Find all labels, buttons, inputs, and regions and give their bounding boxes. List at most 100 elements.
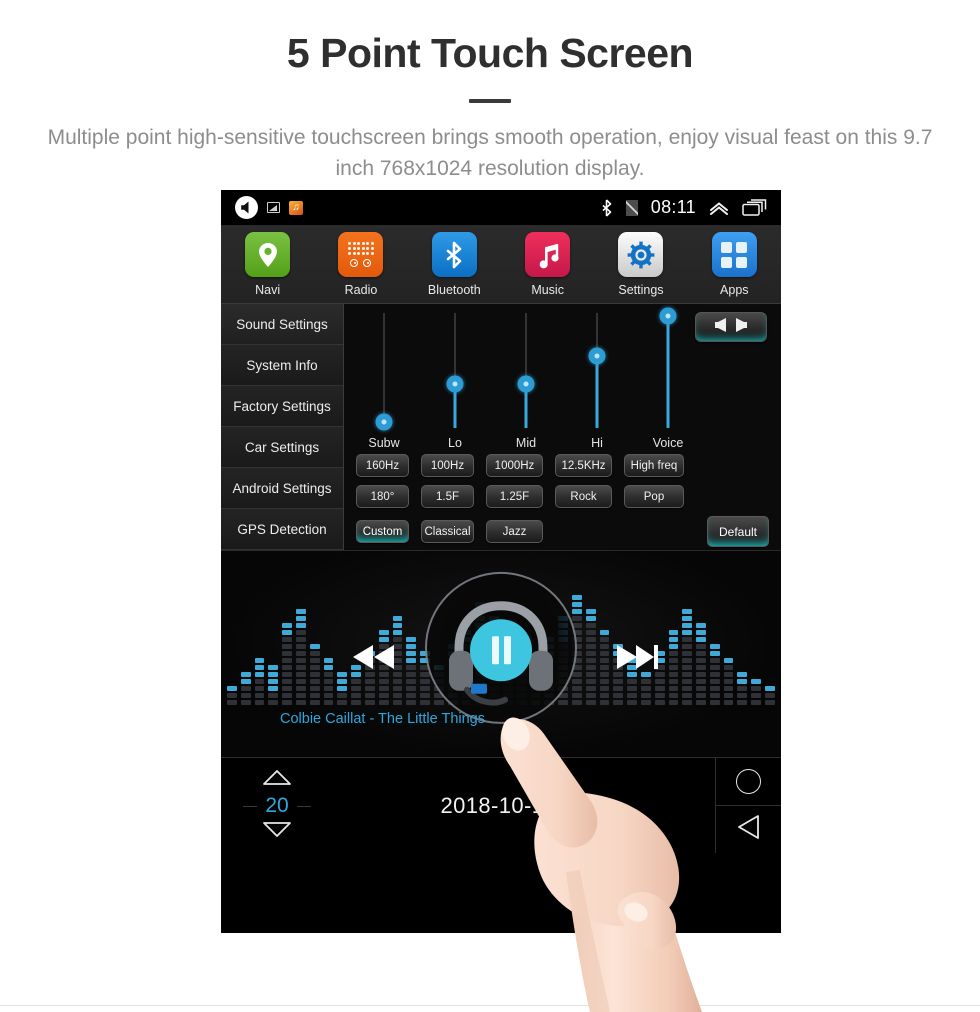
eq-slider-voice[interactable]: Voice bbox=[640, 304, 696, 454]
visualizer-cell bbox=[640, 693, 651, 698]
visualizer-cell bbox=[585, 686, 596, 691]
visualizer-cell bbox=[571, 693, 582, 698]
sidebar-item-label: Factory Settings bbox=[233, 398, 331, 414]
visualizer-cell bbox=[751, 700, 762, 705]
app-shortcut-radio[interactable]: Radio bbox=[314, 232, 407, 303]
eq-slider-subw[interactable]: Subw bbox=[356, 304, 412, 454]
app-shortcut-settings[interactable]: Settings bbox=[594, 232, 687, 303]
now-playing-title: Colbie Caillat - The Little Things bbox=[280, 711, 485, 727]
visualizer-cell bbox=[627, 679, 637, 684]
slider-thumb[interactable] bbox=[446, 375, 464, 393]
visualizer-cell bbox=[696, 644, 706, 649]
app-shortcut-bluetooth[interactable]: Bluetooth bbox=[408, 232, 501, 303]
visualizer-cell bbox=[709, 651, 720, 656]
visualizer-cell bbox=[654, 700, 665, 705]
sidebar-item-car-settings[interactable]: Car Settings bbox=[221, 427, 343, 468]
visualizer-cell bbox=[337, 693, 348, 698]
visualizer-cell bbox=[420, 700, 430, 705]
visualizer-cell bbox=[585, 658, 596, 663]
visualizer-cell bbox=[282, 658, 292, 663]
visualizer-cell bbox=[571, 609, 582, 614]
visualizer-cell bbox=[240, 672, 251, 677]
sidebar-item-system-info[interactable]: System Info bbox=[221, 345, 343, 386]
home-button[interactable] bbox=[716, 758, 781, 806]
preset-classical-button[interactable]: Classical bbox=[421, 520, 474, 543]
visualizer-cell bbox=[309, 644, 320, 649]
preset-custom-button[interactable]: Custom bbox=[356, 520, 409, 543]
preset-180deg-button[interactable]: 180° bbox=[356, 485, 409, 508]
preset-high-freq-button[interactable]: High freq bbox=[624, 454, 684, 477]
slider-thumb[interactable] bbox=[375, 413, 393, 431]
visualizer-cell bbox=[599, 637, 610, 642]
speaker-mute-icon[interactable] bbox=[235, 196, 258, 219]
preset-1-5f-button[interactable]: 1.5F bbox=[421, 485, 474, 508]
visualizer-cell bbox=[682, 679, 693, 684]
sidebar-item-sound-settings[interactable]: Sound Settings bbox=[221, 304, 343, 345]
preset-jazz-button[interactable]: Jazz bbox=[486, 520, 543, 543]
visualizer-cell bbox=[599, 693, 610, 698]
visualizer-cell bbox=[599, 700, 610, 705]
visualizer-cell bbox=[558, 700, 568, 705]
app-shortcut-apps[interactable]: Apps bbox=[688, 232, 781, 303]
sidebar-item-gps-detection[interactable]: GPS Detection bbox=[221, 509, 343, 550]
visualizer-cell bbox=[295, 609, 306, 614]
chevron-up-icon[interactable] bbox=[709, 201, 729, 215]
slider-thumb[interactable] bbox=[588, 347, 606, 365]
visualizer-cell bbox=[682, 630, 693, 635]
preset-pop-button[interactable]: Pop bbox=[624, 485, 684, 508]
preset-100hz-button[interactable]: 100Hz bbox=[421, 454, 474, 477]
triangle-down-icon[interactable] bbox=[221, 821, 333, 843]
visualizer-cell bbox=[682, 693, 693, 698]
visualizer-cell bbox=[696, 672, 706, 677]
next-track-icon[interactable] bbox=[616, 643, 660, 676]
home-circle-icon bbox=[736, 769, 761, 794]
app-shortcut-navi[interactable]: Navi bbox=[221, 232, 314, 303]
eq-slider-hi[interactable]: Hi bbox=[569, 304, 625, 454]
app-shortcut-music[interactable]: Music bbox=[501, 232, 594, 303]
slider-thumb[interactable] bbox=[517, 375, 535, 393]
settings-area: Sound Settings System Info Factory Setti… bbox=[221, 304, 781, 550]
visualizer-cell bbox=[571, 700, 582, 705]
visualizer-cell bbox=[240, 686, 251, 691]
balance-fader-button[interactable] bbox=[695, 312, 767, 342]
preset-1-25f-button[interactable]: 1.25F bbox=[486, 485, 543, 508]
visualizer-cell bbox=[585, 609, 596, 614]
visualizer-cell bbox=[406, 665, 417, 670]
visualizer-cell bbox=[751, 679, 762, 684]
visualizer-cell bbox=[599, 651, 610, 656]
sidebar-item-factory-settings[interactable]: Factory Settings bbox=[221, 386, 343, 427]
visualizer-cell bbox=[599, 672, 610, 677]
preset-1000hz-button[interactable]: 1000Hz bbox=[486, 454, 543, 477]
visualizer-cell bbox=[599, 658, 610, 663]
eq-slider-mid[interactable]: Mid bbox=[498, 304, 554, 454]
visualizer-cell bbox=[668, 672, 679, 677]
music-note-icon bbox=[525, 232, 571, 277]
visualizer-cell bbox=[420, 693, 430, 698]
visualizer-column bbox=[585, 609, 596, 705]
preset-12-5khz-button[interactable]: 12.5KHz bbox=[555, 454, 612, 477]
visualizer-cell bbox=[696, 630, 706, 635]
visualizer-cell bbox=[309, 651, 320, 656]
visualizer-column bbox=[723, 658, 734, 705]
visualizer-cell bbox=[723, 700, 734, 705]
sidebar-item-android-settings[interactable]: Android Settings bbox=[221, 468, 343, 509]
hero-section: 5 Point Touch Screen Multiple point high… bbox=[0, 0, 980, 184]
preset-rock-button[interactable]: Rock bbox=[555, 485, 612, 508]
recents-icon[interactable] bbox=[742, 199, 767, 216]
default-button[interactable]: Default bbox=[707, 516, 769, 547]
previous-track-icon[interactable] bbox=[351, 643, 395, 676]
visualizer-cell bbox=[337, 672, 348, 677]
preset-160hz-button[interactable]: 160Hz bbox=[356, 454, 409, 477]
eq-slider-lo[interactable]: Lo bbox=[427, 304, 483, 454]
visualizer-cell bbox=[668, 651, 679, 656]
slider-thumb[interactable] bbox=[659, 307, 677, 325]
visualizer-cell bbox=[599, 644, 610, 649]
visualizer-cell bbox=[654, 686, 665, 691]
visualizer-cell bbox=[599, 686, 610, 691]
eq-slider-label: Mid bbox=[515, 436, 537, 450]
preset-row-3: Custom Classical Jazz Default bbox=[356, 516, 769, 547]
visualizer-cell bbox=[295, 693, 306, 698]
back-button[interactable] bbox=[716, 806, 781, 853]
triangle-up-icon[interactable] bbox=[221, 769, 333, 791]
pause-icon[interactable] bbox=[470, 619, 532, 682]
